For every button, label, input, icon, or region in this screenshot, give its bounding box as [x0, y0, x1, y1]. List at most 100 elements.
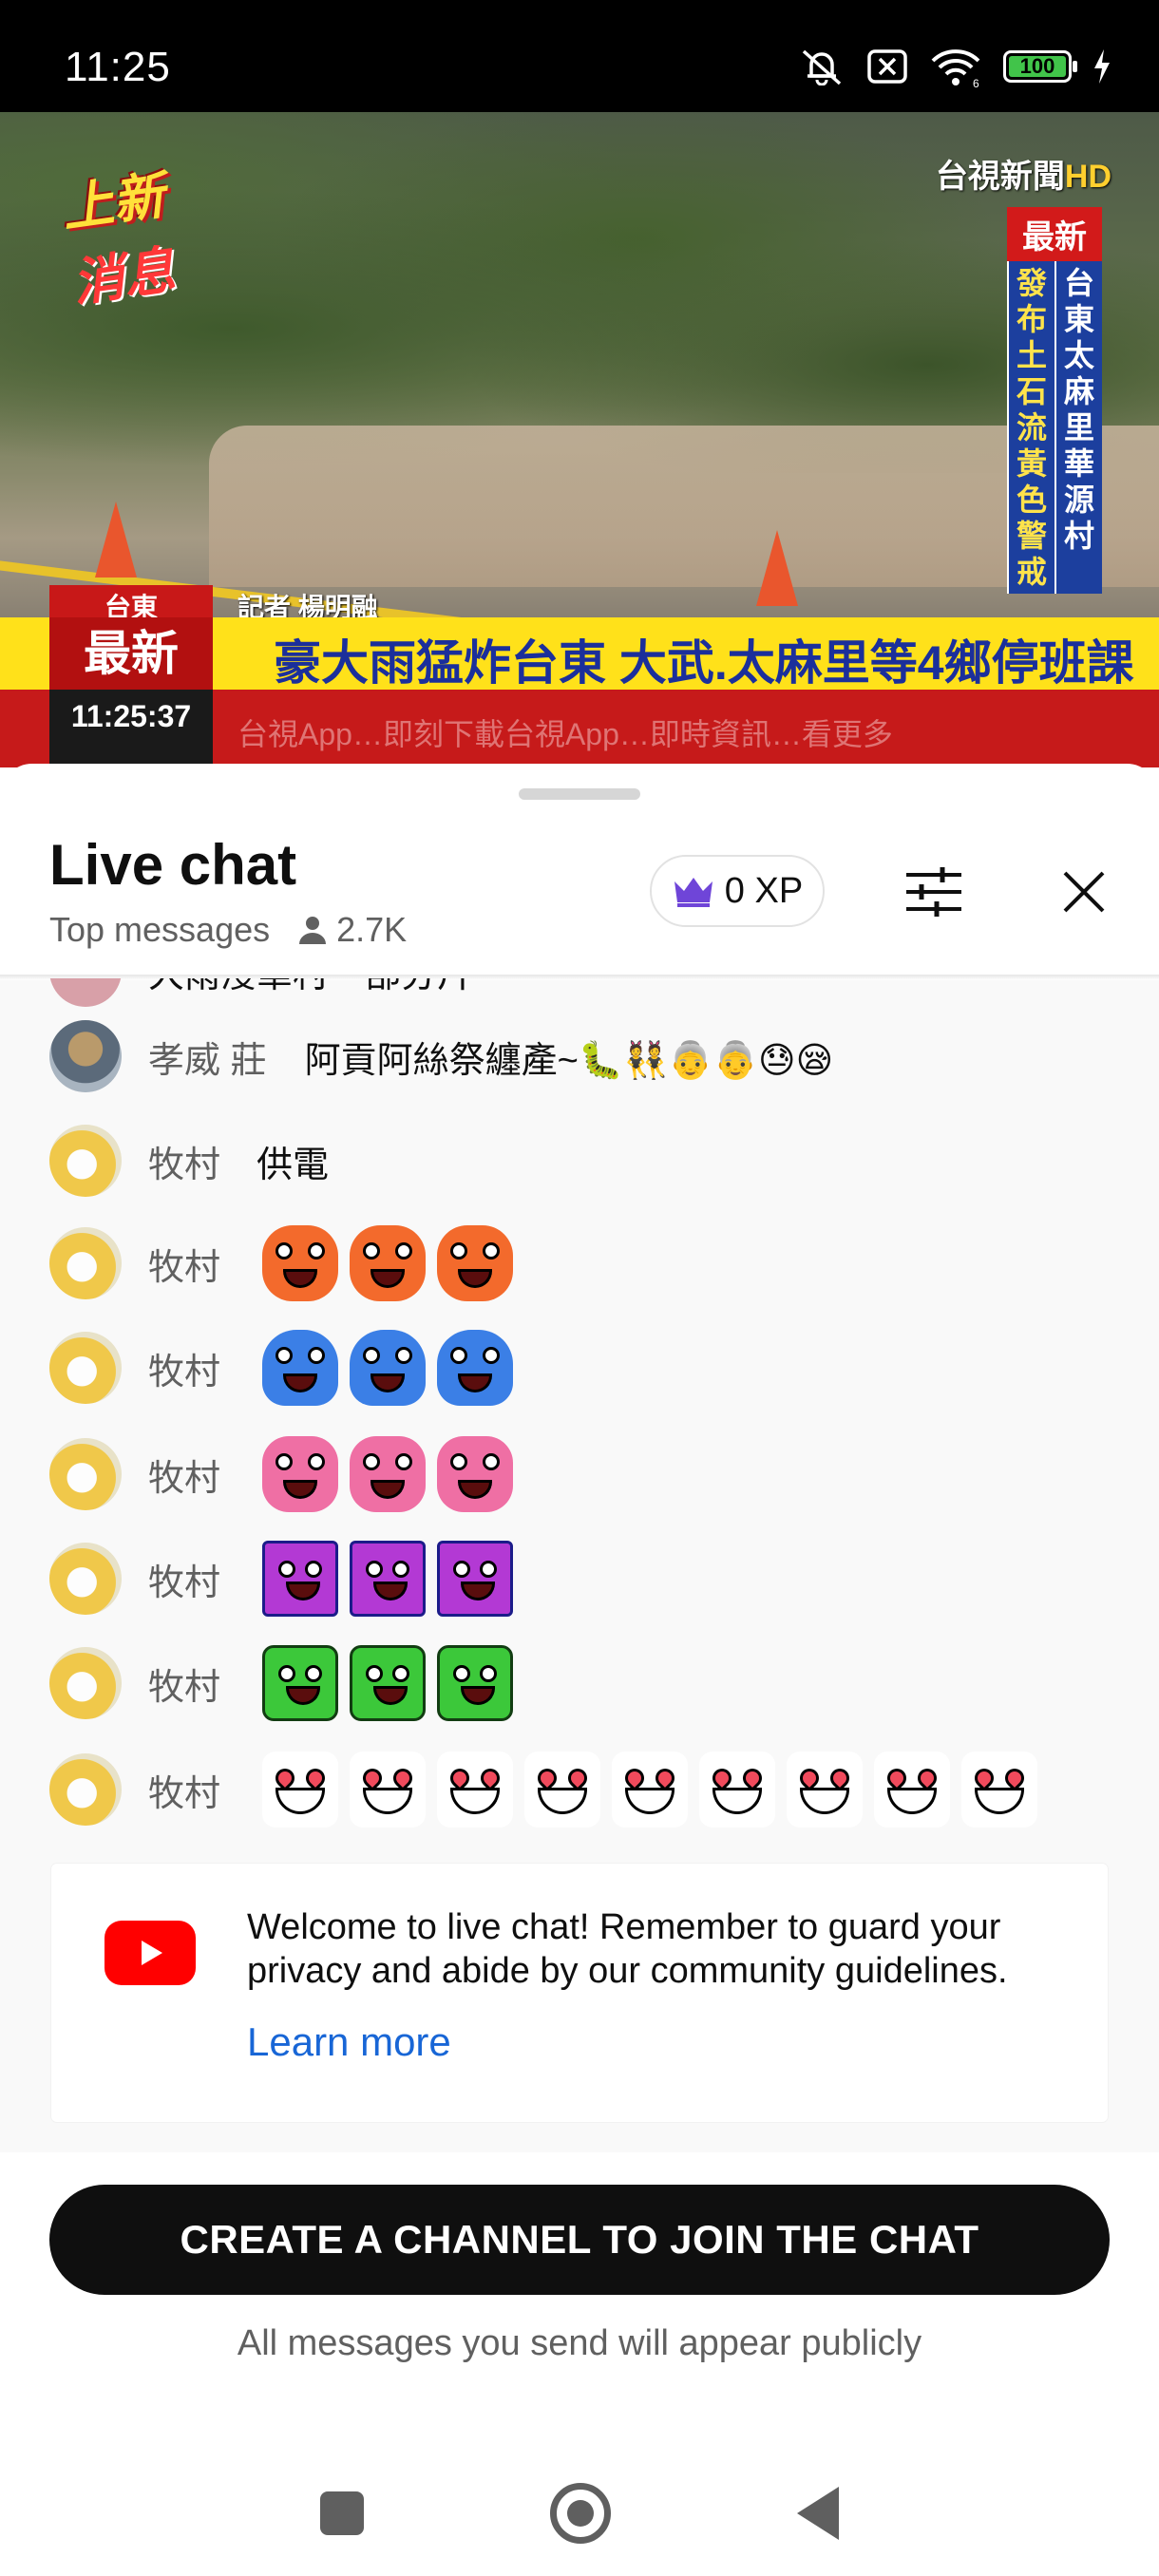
chat-mode-selector[interactable]: Top messages: [49, 910, 270, 950]
latest-box: 最新: [49, 617, 213, 690]
emote-row: [262, 1330, 514, 1406]
message-text: 供電: [256, 1145, 330, 1185]
welcome-banner: Welcome to live chat! Remember to guard …: [51, 1864, 1108, 2122]
video-scene-cone: [95, 502, 137, 578]
chat-message[interactable]: 牧村: [49, 1752, 1038, 1828]
blue-face-emote: [437, 1330, 514, 1406]
person-icon: [299, 917, 327, 944]
chat-subheader: Top messages 2.7K: [49, 910, 407, 950]
channel-logo: 台視新聞HD: [935, 159, 1112, 195]
mute-icon: [798, 47, 846, 85]
green-face-emote: [437, 1645, 514, 1721]
chat-message[interactable]: 牧村: [49, 1645, 514, 1721]
chat-message[interactable]: 牧村: [49, 1330, 514, 1406]
headline-bar: 最新 豪大雨猛炸台東 大武.太麻里等4鄉停班課: [0, 617, 1159, 690]
orange-face-emote: [262, 1225, 339, 1301]
viewer-count: 2.7K: [296, 910, 407, 950]
notification-block-icon: [866, 47, 908, 85]
vertical-news-box: 最新 發布土石流黃色警戒 台東太麻里華源村: [1007, 207, 1102, 594]
pink-face-emote: [437, 1436, 514, 1512]
heart-eyes-emote: [612, 1752, 689, 1828]
heart-eyes-emote: [262, 1752, 339, 1828]
emote-row: [262, 1225, 514, 1301]
news-corner-logo: 上新 消息: [58, 167, 179, 313]
message-author: 牧村: [148, 1667, 221, 1708]
green-face-emote: [262, 1645, 339, 1721]
avatar: [49, 1543, 122, 1615]
avatar: [49, 1227, 122, 1299]
emote-row: [262, 1752, 1038, 1828]
sliders-icon: [906, 867, 961, 917]
xp-button[interactable]: 0 XP: [650, 855, 825, 927]
wifi-icon: 6: [929, 46, 982, 87]
crown-icon: [674, 878, 712, 907]
message-author: 牧村: [148, 1145, 221, 1185]
heart-eyes-emote: [961, 1752, 1038, 1828]
blue-face-emote: [262, 1330, 339, 1406]
avatar: [49, 1332, 122, 1404]
back-button[interactable]: [797, 2487, 839, 2540]
battery-icon: 100: [1003, 50, 1077, 83]
message-author: 牧村: [148, 1563, 221, 1603]
heart-eyes-emote: [699, 1752, 776, 1828]
message-author: 牧村: [148, 1247, 221, 1288]
heart-eyes-emote: [874, 1752, 951, 1828]
vertical-latest-label: 最新: [1007, 207, 1102, 261]
close-button[interactable]: [1051, 861, 1117, 923]
battery-level: 100: [1009, 54, 1066, 78]
avatar: [49, 978, 122, 1007]
pink-face-emote: [350, 1436, 427, 1512]
chat-title: Live chat: [49, 833, 297, 897]
svg-text:6: 6: [973, 77, 979, 87]
message-author: 孝威 莊: [148, 1040, 267, 1081]
learn-more-link[interactable]: Learn more: [247, 2019, 451, 2065]
purple-face-emote: [350, 1541, 427, 1617]
youtube-logo-icon: [104, 1921, 196, 1985]
partial-text: 大雨浸華村一部分片: [148, 978, 473, 997]
avatar: [49, 1438, 122, 1510]
chat-message[interactable]: 牧村: [49, 1436, 514, 1512]
heart-eyes-emote: [524, 1752, 601, 1828]
create-channel-button[interactable]: CREATE A CHANNEL TO JOIN THE CHAT: [49, 2185, 1110, 2295]
chat-message-partial: 大雨浸華村一部分片: [49, 978, 473, 1009]
orange-face-emote: [350, 1225, 427, 1301]
filter-button[interactable]: [901, 861, 967, 923]
message-list[interactable]: 大雨浸華村一部分片 孝威 莊 阿貢阿絲祭纏產~🐛👯👵👵😓😪 牧村 供電 牧村 牧…: [0, 978, 1159, 1966]
home-button[interactable]: [550, 2483, 611, 2544]
pink-face-emote: [262, 1436, 339, 1512]
ticker-text: 台視App…即刻下載台視App…即時資訊…看更多: [238, 717, 893, 751]
chat-message[interactable]: 孝威 莊 阿貢阿絲祭纏產~🐛👯👵👵😓😪: [49, 1018, 833, 1094]
status-bar: 11:25 6 100: [0, 0, 1159, 112]
avatar: [49, 1020, 122, 1092]
chat-message[interactable]: 牧村: [49, 1225, 514, 1301]
system-nav-bar: [0, 2451, 1159, 2576]
message-author: 牧村: [148, 1458, 221, 1499]
status-icons: 6 100: [798, 46, 1112, 87]
heart-eyes-emote: [787, 1752, 864, 1828]
public-note: All messages you send will appear public…: [237, 2323, 922, 2363]
orange-face-emote: [437, 1225, 514, 1301]
headline-text: 豪大雨猛炸台東 大武.太麻里等4鄉停班課: [274, 636, 1134, 690]
xp-value: 0 XP: [724, 870, 804, 911]
heart-eyes-emote: [437, 1752, 514, 1828]
video-scene-cone: [756, 530, 798, 606]
chat-message[interactable]: 牧村 供電: [49, 1123, 329, 1199]
avatar: [49, 1125, 122, 1197]
close-icon: [1063, 871, 1105, 913]
emote-row: [262, 1436, 514, 1512]
message-author: 牧村: [148, 1352, 221, 1392]
message-author: 牧村: [148, 1773, 221, 1814]
chat-message[interactable]: 牧村: [49, 1541, 514, 1617]
recents-button[interactable]: [320, 2491, 364, 2535]
drag-handle[interactable]: [519, 788, 640, 800]
welcome-text: Welcome to live chat! Remember to guard …: [247, 1907, 1008, 1991]
viewer-count-value: 2.7K: [336, 910, 408, 949]
vertical-col-2: 發布土石流黃色警戒: [1007, 261, 1054, 594]
emote-row: [262, 1645, 514, 1721]
video-player[interactable]: 上新 消息 台視新聞HD 最新 發布土石流黃色警戒 台東太麻里華源村 台東 記者…: [0, 112, 1159, 767]
broadcast-clock: 11:25:37: [49, 690, 213, 767]
status-time: 11:25: [65, 44, 171, 90]
emote-row: [262, 1541, 514, 1617]
blue-face-emote: [350, 1330, 427, 1406]
message-text: 阿貢阿絲祭纏產~🐛👯👵👵😓😪: [304, 1040, 834, 1081]
